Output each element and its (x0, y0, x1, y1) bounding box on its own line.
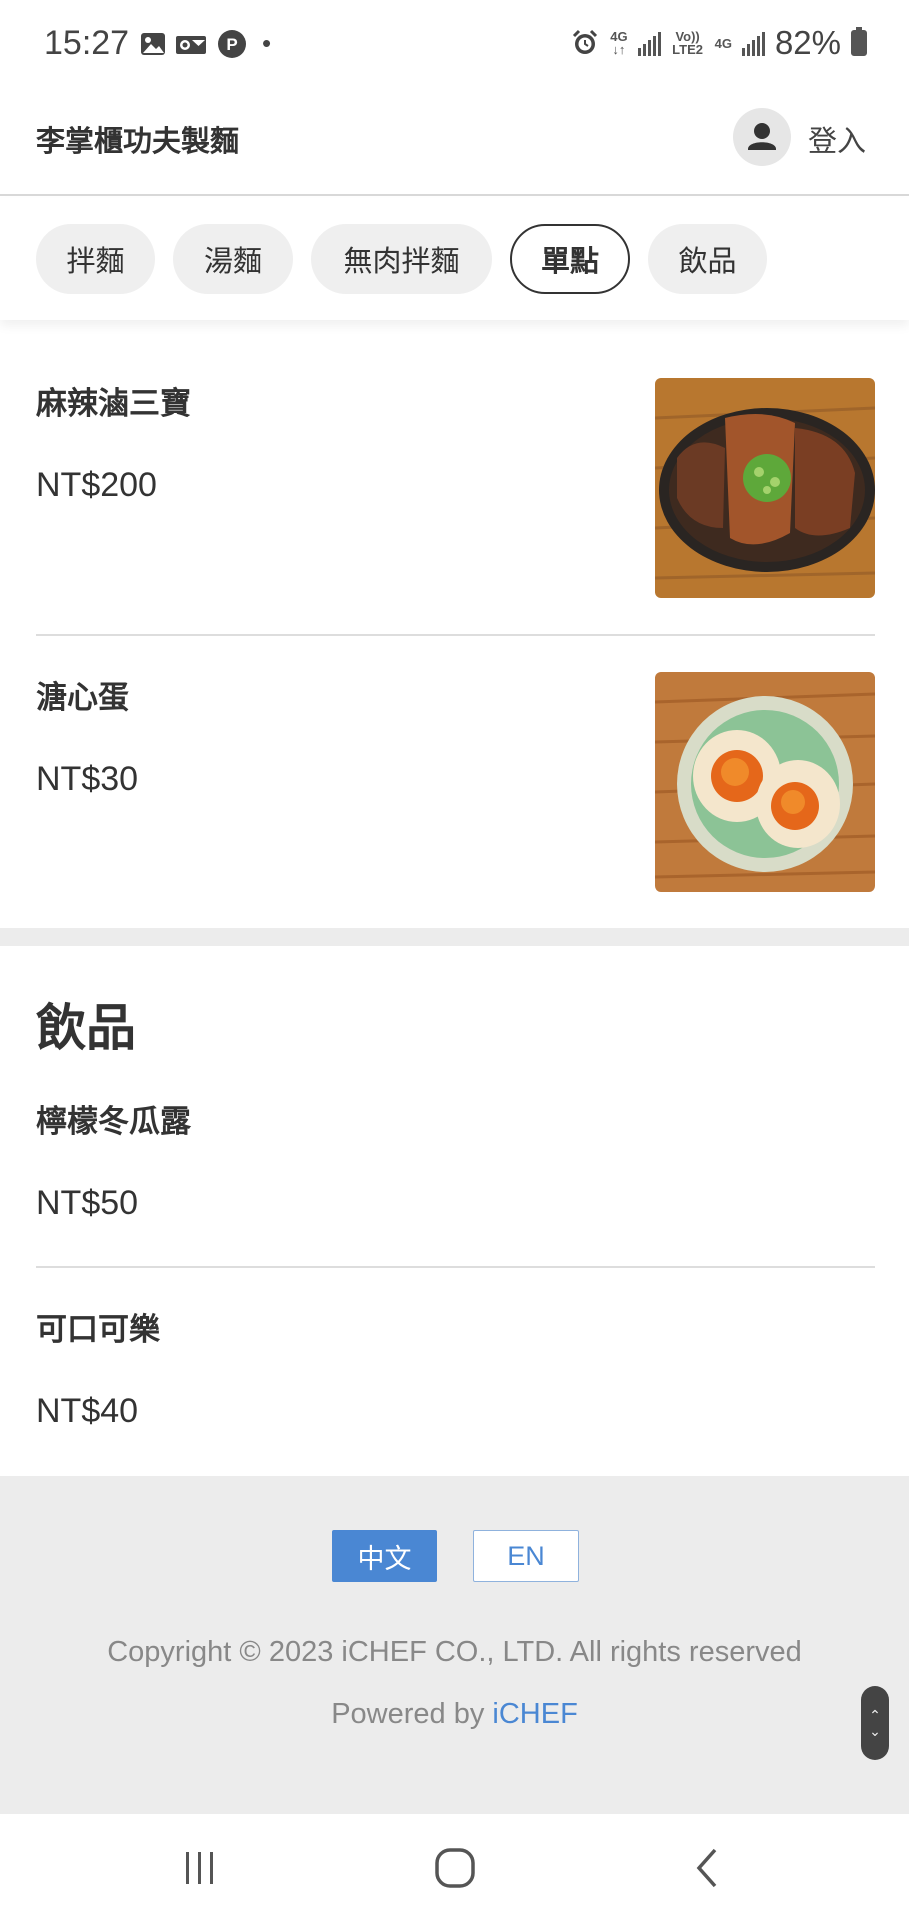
item-price: NT$40 (36, 1392, 139, 1430)
item-price: NT$50 (36, 1184, 139, 1222)
volte-label: Vo)) LTE2 (672, 29, 703, 57)
braised-platter-image (655, 378, 875, 598)
tab-meatless-noodles[interactable]: 無肉拌麵 (311, 224, 492, 294)
menu-item[interactable]: 麻辣滷三寶 NT$200 (0, 378, 909, 636)
alarm-icon (573, 29, 598, 54)
item-name: 檸檬冬瓜露 (36, 1104, 191, 1139)
powered-by-label: Powered by (331, 1698, 485, 1730)
signal-icon-2 (741, 30, 765, 56)
language-zh-button[interactable]: 中文 (332, 1530, 437, 1582)
language-en-button[interactable]: EN (473, 1530, 579, 1582)
item-name: 麻辣滷三寶 (36, 386, 191, 421)
signal-icon (637, 30, 661, 56)
scroll-handle[interactable]: ⌃ ⌄ (861, 1686, 889, 1760)
battery-icon (851, 27, 867, 56)
battery-percent: 82% (774, 24, 841, 61)
network-4g-label: 4G ↓↑ (610, 29, 628, 57)
home-icon (435, 1848, 475, 1888)
category-tabs: 拌麵 湯麵 無肉拌麵 單點 飲品 (0, 198, 909, 320)
user-icon (748, 123, 776, 150)
item-image[interactable] (655, 378, 875, 598)
tab-soup-noodles[interactable]: 湯麵 (173, 224, 293, 294)
powered-by: Powered by iCHEF (0, 1698, 909, 1731)
divider (36, 634, 875, 636)
outlook-icon (176, 36, 206, 54)
item-name: 可口可樂 (36, 1312, 160, 1347)
menu-item[interactable]: 可口可樂 NT$40 (0, 1304, 909, 1454)
app-header: 李掌櫃功夫製麵 登入 (0, 90, 909, 196)
chevron-up-icon: ⌃ (869, 1707, 881, 1723)
item-image[interactable] (655, 672, 875, 892)
recent-apps-icon (186, 1852, 213, 1884)
menu-item[interactable]: 溏心蛋 NT$30 (0, 672, 909, 912)
item-name: 溏心蛋 (36, 680, 129, 715)
status-time: 15:27 (44, 24, 130, 62)
soft-boiled-egg-image (655, 672, 875, 892)
avatar[interactable] (733, 108, 791, 166)
item-price: NT$200 (36, 466, 157, 504)
item-price: NT$30 (36, 760, 139, 798)
recent-apps-button[interactable] (170, 1840, 230, 1896)
gallery-icon (141, 33, 165, 55)
section-title-drinks: 飲品 (36, 1000, 136, 1056)
parking-icon: P (218, 30, 246, 58)
back-button[interactable] (677, 1840, 737, 1896)
status-bar: 15:27 P • 4G ↓↑ Vo)) LTE2 4G 82% (0, 0, 909, 90)
ichef-link[interactable]: iCHEF (492, 1698, 577, 1730)
home-button[interactable] (425, 1840, 485, 1896)
network-4g-label-2: 4G (714, 35, 732, 51)
system-nav-bar (0, 1814, 909, 1920)
tab-single-items[interactable]: 單點 (510, 224, 630, 294)
store-name: 李掌櫃功夫製麵 (36, 126, 240, 158)
copyright-text: Copyright © 2023 iCHEF CO., LTD. All rig… (107, 1636, 802, 1668)
section-separator (0, 928, 909, 946)
tab-drinks[interactable]: 飲品 (648, 224, 767, 294)
divider (36, 1266, 875, 1268)
footer: 中文 EN Copyright © 2023 iCHEF CO., LTD. A… (0, 1476, 909, 1814)
tab-mixed-noodles[interactable]: 拌麵 (36, 224, 155, 294)
chevron-down-icon: ⌄ (869, 1723, 881, 1739)
notification-dot: • (262, 28, 272, 58)
back-icon (696, 1848, 717, 1888)
menu-item[interactable]: 檸檬冬瓜露 NT$50 (0, 1096, 909, 1246)
svg-text:P: P (226, 35, 237, 54)
status-right: 4G ↓↑ Vo)) LTE2 4G 82% (570, 24, 867, 62)
login-button[interactable]: 登入 (808, 118, 866, 160)
